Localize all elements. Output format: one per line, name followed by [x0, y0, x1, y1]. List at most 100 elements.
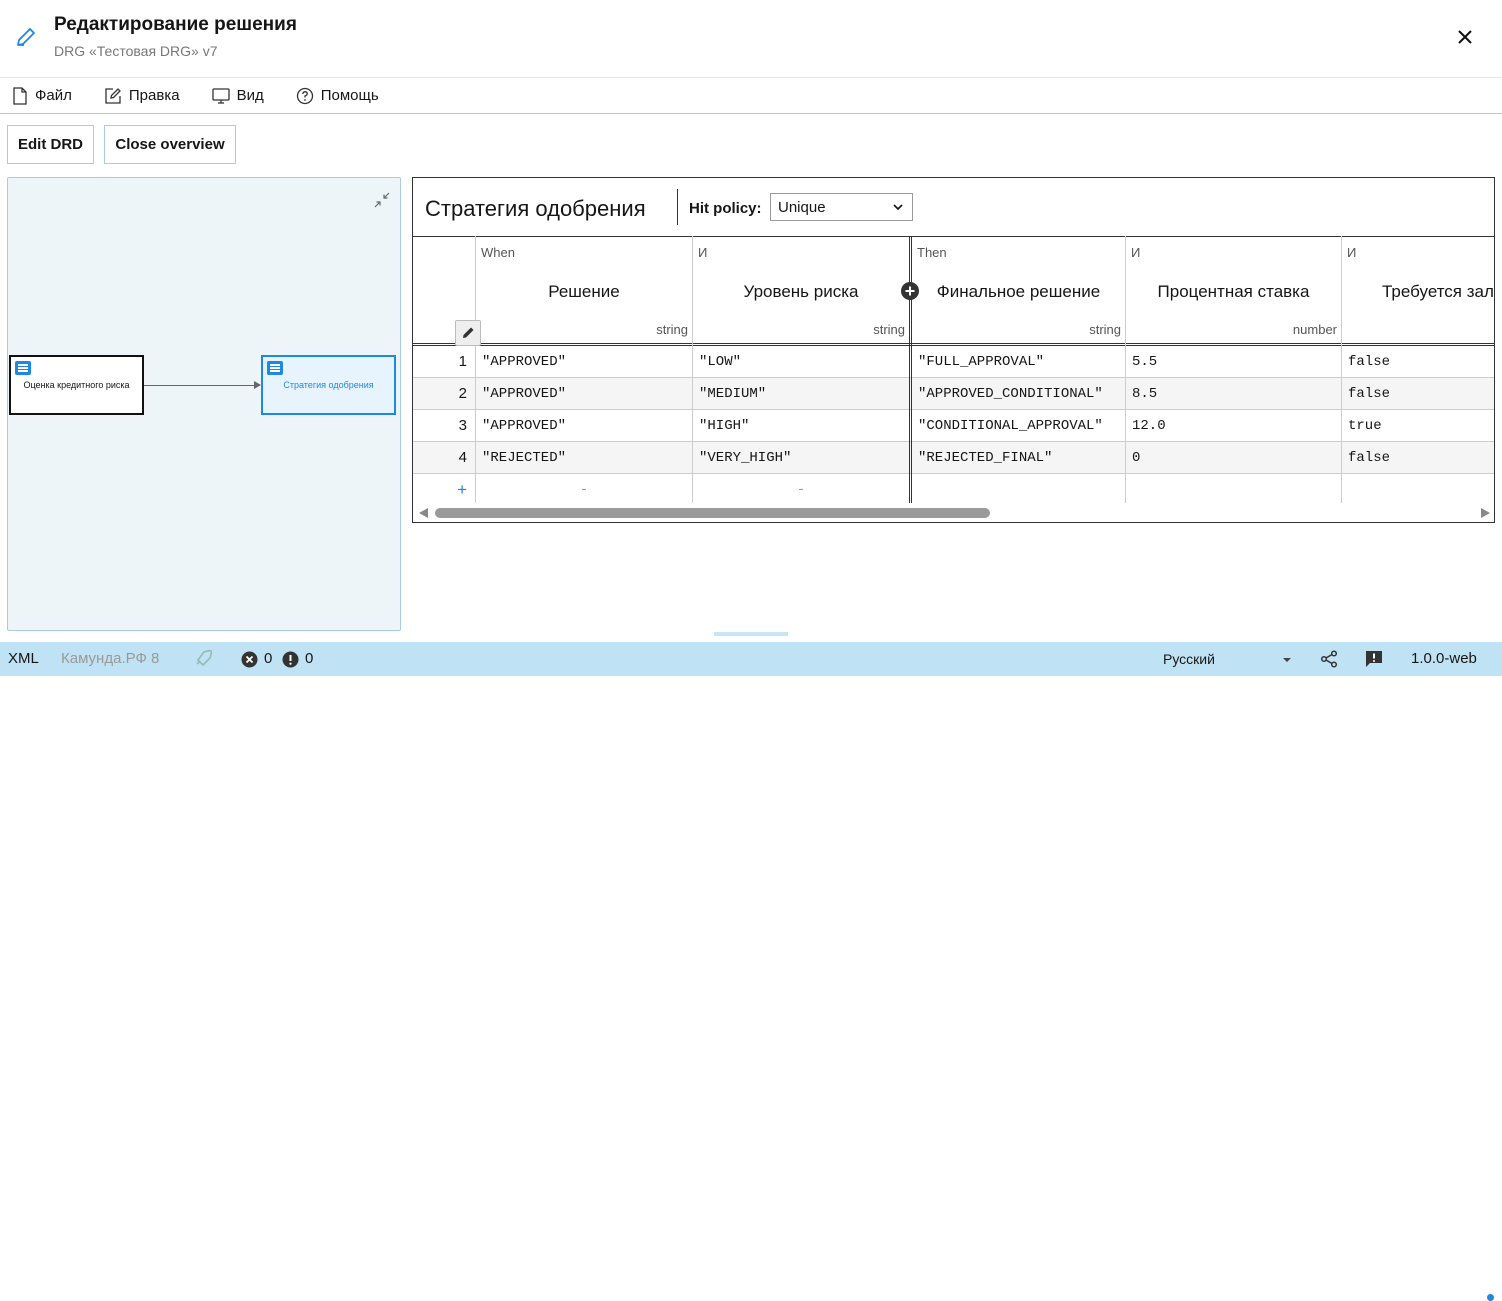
- drd-connector: [144, 381, 261, 389]
- file-icon: [13, 86, 27, 105]
- add-row-button[interactable]: +: [413, 474, 475, 506]
- warning-count: 0: [305, 650, 314, 667]
- table-cell[interactable]: false: [1341, 346, 1494, 378]
- hit-policy-select[interactable]: Unique: [770, 193, 913, 221]
- drd-node-credit-risk[interactable]: Оценка кредитного риска: [9, 355, 144, 415]
- column-label: Уровень риска: [743, 282, 859, 301]
- clause-label: When: [481, 245, 515, 260]
- empty-cell[interactable]: [1125, 474, 1341, 506]
- pencil-icon: [463, 327, 474, 338]
- decision-table: Стратегия одобрения Hit policy: Unique W…: [412, 177, 1495, 523]
- decision-name[interactable]: Стратегия одобрения: [425, 196, 646, 222]
- feedback-icon[interactable]: [1365, 650, 1383, 668]
- scroll-thumb[interactable]: [435, 508, 990, 518]
- close-overview-button[interactable]: Close overview: [104, 125, 236, 164]
- scroll-right-arrow[interactable]: [1481, 508, 1490, 518]
- clause-label: И: [1347, 245, 1357, 260]
- chevron-down-icon[interactable]: [1282, 656, 1292, 664]
- row-number: 3: [458, 417, 467, 434]
- divider: [677, 189, 678, 225]
- table-cell[interactable]: "APPROVED": [475, 410, 692, 442]
- dialog-title: Редактирование решения: [54, 14, 297, 35]
- table-cell[interactable]: "REJECTED": [475, 442, 692, 474]
- column-label: Требуется залог: [1382, 282, 1495, 301]
- table-cell[interactable]: "CONDITIONAL_APPROVAL": [909, 410, 1125, 442]
- table-cell[interactable]: "HIGH": [692, 410, 909, 442]
- row-number: 4: [458, 449, 467, 466]
- share-icon[interactable]: [1320, 650, 1338, 668]
- table-cell[interactable]: "FULL_APPROVAL": [909, 346, 1125, 378]
- row-number: 2: [458, 385, 467, 402]
- clause-label: И: [698, 245, 708, 260]
- drd-node-label: Стратегия одобрения: [283, 380, 374, 390]
- menu-bar: Файл Правка Вид Помощь: [0, 78, 1502, 114]
- table-cell[interactable]: 0: [1125, 442, 1341, 474]
- hit-policy-label: Hit policy:: [689, 200, 762, 217]
- dialog-header: Редактирование решения DRG «Тестовая DRG…: [0, 0, 1502, 78]
- table-row[interactable]: 1 "APPROVED" "LOW" "FULL_APPROVAL" 5.5 f…: [413, 346, 1494, 378]
- table-cell[interactable]: 5.5: [1125, 346, 1341, 378]
- resize-handle[interactable]: [714, 632, 788, 637]
- dialog-subtitle: DRG «Тестовая DRG» v7: [54, 43, 218, 59]
- pencil-icon: [17, 28, 35, 46]
- clause-label: Then: [917, 245, 947, 260]
- app-version[interactable]: 1.0.0-web: [1411, 642, 1477, 676]
- table-cell[interactable]: true: [1341, 410, 1494, 442]
- status-bar: XML Камунда.РФ 8 0 0 Русский 1.0.0-web: [0, 642, 1502, 1301]
- table-cell[interactable]: "APPROVED": [475, 346, 692, 378]
- table-row[interactable]: 2 "APPROVED" "MEDIUM" "APPROVED_CONDITIO…: [413, 378, 1494, 410]
- table-cell[interactable]: "APPROVED_CONDITIONAL": [909, 378, 1125, 410]
- column-type: string: [873, 322, 905, 337]
- scroll-left-arrow[interactable]: [419, 508, 428, 518]
- horizontal-scrollbar[interactable]: [413, 503, 1494, 522]
- error-icon[interactable]: [241, 651, 258, 668]
- menu-help[interactable]: Помощь: [296, 87, 379, 105]
- clause-label: И: [1131, 245, 1141, 260]
- table-cell[interactable]: "APPROVED": [475, 378, 692, 410]
- menu-file-label: Файл: [35, 87, 72, 104]
- language-select[interactable]: Русский: [1163, 642, 1215, 676]
- warning-icon[interactable]: [282, 651, 299, 668]
- update-dot: [1487, 1294, 1494, 1301]
- xml-tab[interactable]: XML: [8, 642, 39, 676]
- menu-view[interactable]: Вид: [211, 87, 264, 105]
- column-type: string: [1089, 322, 1121, 337]
- column-type: number: [1292, 322, 1337, 337]
- table-cell[interactable]: false: [1341, 442, 1494, 474]
- empty-cell[interactable]: [909, 474, 1125, 506]
- menu-file[interactable]: Файл: [12, 86, 72, 105]
- table-row[interactable]: 4 "REJECTED" "VERY_HIGH" "REJECTED_FINAL…: [413, 442, 1494, 474]
- edit-drd-button[interactable]: Edit DRD: [7, 125, 94, 164]
- drd-overview-panel[interactable]: Оценка кредитного риска Стратегия одобре…: [7, 177, 401, 631]
- add-column-icon[interactable]: [901, 282, 919, 300]
- engine-version[interactable]: Камунда.РФ 8: [61, 642, 159, 676]
- empty-cell[interactable]: -: [692, 474, 909, 506]
- collapse-icon[interactable]: [374, 192, 390, 208]
- table-row[interactable]: 3 "APPROVED" "HIGH" "CONDITIONAL_APPROVA…: [413, 410, 1494, 442]
- drd-node-label: Оценка кредитного риска: [23, 380, 130, 390]
- table-cell[interactable]: false: [1341, 378, 1494, 410]
- empty-cell[interactable]: -: [475, 474, 692, 506]
- table-cell[interactable]: 12.0: [1125, 410, 1341, 442]
- table-cell[interactable]: "LOW": [692, 346, 909, 378]
- drd-node-approval-strategy[interactable]: Стратегия одобрения: [261, 355, 396, 415]
- chevron-down-icon: [893, 204, 903, 211]
- table-cell[interactable]: "MEDIUM": [692, 378, 909, 410]
- empty-cell[interactable]: [1341, 474, 1494, 506]
- hit-policy-value: Unique: [778, 199, 826, 216]
- monitor-icon: [211, 87, 230, 104]
- column-label: Финальное решение: [936, 282, 1101, 301]
- table-cell[interactable]: 8.5: [1125, 378, 1341, 410]
- column-type: string: [656, 322, 688, 337]
- menu-edit[interactable]: Правка: [104, 87, 180, 105]
- table-cell[interactable]: "VERY_HIGH": [692, 442, 909, 474]
- rocket-icon[interactable]: [192, 649, 214, 669]
- close-icon[interactable]: [1452, 24, 1478, 50]
- table-cell[interactable]: "REJECTED_FINAL": [909, 442, 1125, 474]
- edit-cell-button[interactable]: [455, 320, 481, 346]
- column-label: Процентная ставка: [1157, 282, 1310, 301]
- edit-icon: [105, 87, 121, 104]
- add-row[interactable]: + - -: [413, 474, 1494, 506]
- decision-table-icon: [15, 361, 31, 375]
- column-label: Решение: [548, 282, 620, 301]
